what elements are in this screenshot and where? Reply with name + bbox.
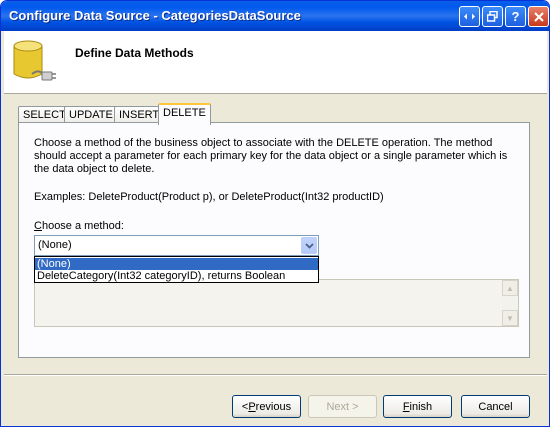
previous-label: revious <box>255 400 292 413</box>
window-title: Configure Data Source - CategoriesDataSo… <box>9 8 301 23</box>
scroll-down-icon[interactable]: ▼ <box>502 310 518 326</box>
finish-label: inish <box>409 400 433 413</box>
method-dropdown-list: (None) DeleteCategory(Int32 categoryID),… <box>34 256 319 283</box>
previous-access-key: P <box>248 400 256 413</box>
resize-icon[interactable] <box>459 6 480 27</box>
choose-method-label: Choose a method: <box>34 220 124 232</box>
scroll-up-icon[interactable]: ▲ <box>502 280 518 296</box>
help-button[interactable]: ? <box>505 6 526 27</box>
tab-delete[interactable]: DELETE <box>158 103 211 125</box>
finish-button[interactable]: Finish <box>383 395 452 418</box>
method-dropdown-value: (None) <box>38 239 72 251</box>
restore-button[interactable] <box>482 6 503 27</box>
cancel-button[interactable]: Cancel <box>461 395 530 418</box>
method-description: Choose a method of the business object t… <box>34 137 508 175</box>
access-key: C <box>34 220 42 232</box>
next-button[interactable]: Next > <box>308 395 377 418</box>
dropdown-option-none[interactable]: (None) <box>35 258 318 270</box>
choose-method-label-text: hoose a method: <box>41 220 124 232</box>
close-button[interactable] <box>528 6 549 27</box>
method-dropdown[interactable]: (None) <box>34 235 319 256</box>
page-title: Define Data Methods <box>75 46 194 60</box>
finish-access-key: F <box>402 400 410 413</box>
method-examples: Examples: DeleteProduct(Product p), or D… <box>34 191 384 203</box>
dropdown-option-deletecategory[interactable]: DeleteCategory(Int32 categoryID), return… <box>35 270 318 282</box>
wizard-header: Define Data Methods <box>4 31 547 94</box>
previous-button[interactable]: < Previous <box>232 395 301 418</box>
title-bar: Configure Data Source - CategoriesDataSo… <box>1 1 549 31</box>
method-signature-box: ▲ ▼ <box>34 279 519 327</box>
chevron-down-icon[interactable] <box>301 237 317 254</box>
vertical-scrollbar[interactable]: ▲ ▼ <box>502 280 518 326</box>
footer-divider <box>4 374 547 376</box>
database-icon <box>13 40 56 81</box>
dialog-window: Configure Data Source - CategoriesDataSo… <box>0 0 550 427</box>
tab-panel-delete: Choose a method of the business object t… <box>18 122 530 358</box>
